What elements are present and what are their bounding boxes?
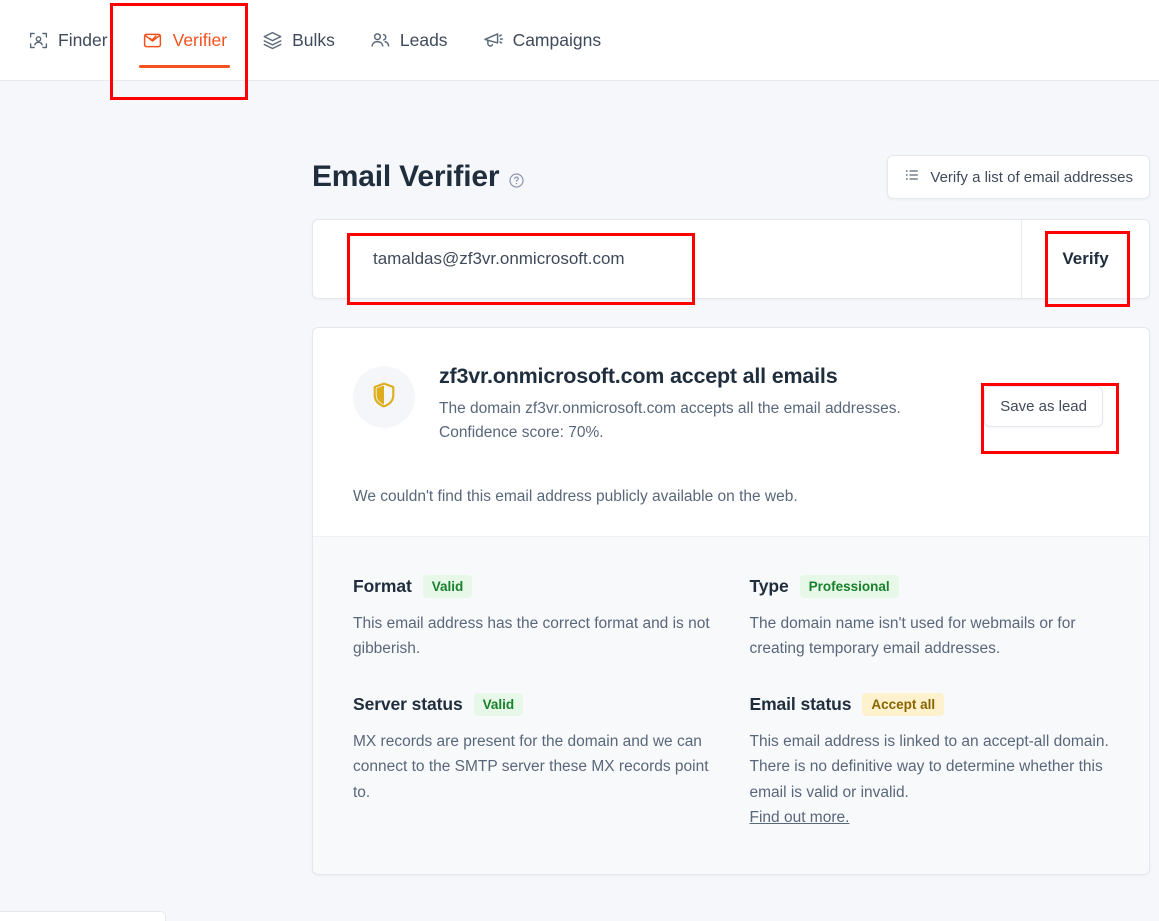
people-icon: [369, 29, 391, 51]
detail-item-server-status: Server status Valid MX records are prese…: [353, 693, 713, 829]
result-title: zf3vr.onmicrosoft.com accept all emails: [439, 364, 984, 389]
detail-head: Type Professional: [750, 575, 1110, 598]
nav-item-verifier[interactable]: Verifier: [125, 0, 244, 81]
find-out-more-link[interactable]: Find out more.: [750, 809, 850, 826]
title-row: Email Verifier Verify a list of: [312, 155, 1150, 199]
result-confidence-line: Confidence score: 70%.: [439, 421, 984, 445]
nav-item-leads[interactable]: Leads: [352, 0, 465, 81]
status-icon-wrap: [353, 366, 415, 428]
nav-label-finder: Finder: [58, 30, 108, 51]
detail-label-format: Format: [353, 576, 412, 597]
detail-item-type: Type Professional The domain name isn't …: [750, 575, 1110, 661]
nav-label-campaigns: Campaigns: [513, 30, 602, 51]
verify-button-wrap: Verify: [1021, 220, 1149, 298]
detail-description-format: This email address has the correct forma…: [353, 611, 713, 661]
verification-details-grid: Format Valid This email address has the …: [313, 536, 1149, 874]
verify-list-button[interactable]: Verify a list of email addresses: [887, 155, 1150, 199]
detail-item-format: Format Valid This email address has the …: [353, 575, 713, 661]
status-badge-email-status: Accept all: [862, 693, 944, 716]
status-badge-format: Valid: [423, 575, 473, 598]
nav-item-bulks[interactable]: Bulks: [244, 0, 352, 81]
detail-label-server-status: Server status: [353, 694, 463, 715]
active-tab-indicator: [139, 65, 230, 68]
detail-description-type: The domain name isn't used for webmails …: [750, 611, 1110, 661]
bottom-left-stub: [0, 911, 166, 921]
person-scan-icon: [27, 29, 49, 51]
detail-head: Email status Accept all: [750, 693, 1110, 716]
detail-head: Server status Valid: [353, 693, 713, 716]
envelope-check-icon: [142, 29, 164, 51]
result-summary: zf3vr.onmicrosoft.com accept all emails …: [313, 328, 1149, 536]
email-input[interactable]: [313, 220, 1021, 298]
result-subtitle-line1: The domain zf3vr.onmicrosoft.com accepts…: [439, 397, 984, 421]
result-text-block: zf3vr.onmicrosoft.com accept all emails …: [439, 364, 984, 444]
megaphone-icon: [482, 29, 504, 51]
verification-result-card: zf3vr.onmicrosoft.com accept all emails …: [312, 327, 1150, 875]
nav-item-finder[interactable]: Finder: [10, 0, 125, 81]
verify-button[interactable]: Verify: [1052, 243, 1118, 275]
detail-head: Format Valid: [353, 575, 713, 598]
list-icon: [904, 167, 920, 187]
detail-label-email-status: Email status: [750, 694, 852, 715]
detail-description-server-status: MX records are present for the domain an…: [353, 729, 713, 804]
not-found-message: We couldn't find this email address publ…: [353, 488, 1109, 506]
status-badge-type: Professional: [800, 575, 899, 598]
save-as-lead-button[interactable]: Save as lead: [984, 386, 1103, 427]
result-header-row: zf3vr.onmicrosoft.com accept all emails …: [353, 364, 1109, 444]
layers-icon: [261, 29, 283, 51]
main-navigation: Finder Verifier Bulks: [0, 0, 1159, 81]
shield-icon: [372, 382, 396, 413]
nav-item-campaigns[interactable]: Campaigns: [465, 0, 619, 81]
nav-label-verifier: Verifier: [173, 30, 227, 51]
detail-item-email-status: Email status Accept all This email addre…: [750, 693, 1110, 829]
page-title: Email Verifier: [312, 160, 525, 194]
detail-label-type: Type: [750, 576, 789, 597]
nav-label-leads: Leads: [400, 30, 448, 51]
detail-description-text: This email address is linked to an accep…: [750, 733, 1109, 800]
question-circle-icon[interactable]: [508, 172, 525, 189]
content-column: Email Verifier Verify a list of: [312, 155, 1150, 875]
page-title-text: Email Verifier: [312, 160, 499, 194]
page-body: Email Verifier Verify a list of: [0, 81, 1159, 921]
detail-description-email-status: This email address is linked to an accep…: [750, 729, 1110, 829]
email-search-bar: Verify: [312, 219, 1150, 299]
verify-list-button-label: Verify a list of email addresses: [930, 169, 1133, 186]
status-badge-server-status: Valid: [474, 693, 524, 716]
nav-label-bulks: Bulks: [292, 30, 335, 51]
